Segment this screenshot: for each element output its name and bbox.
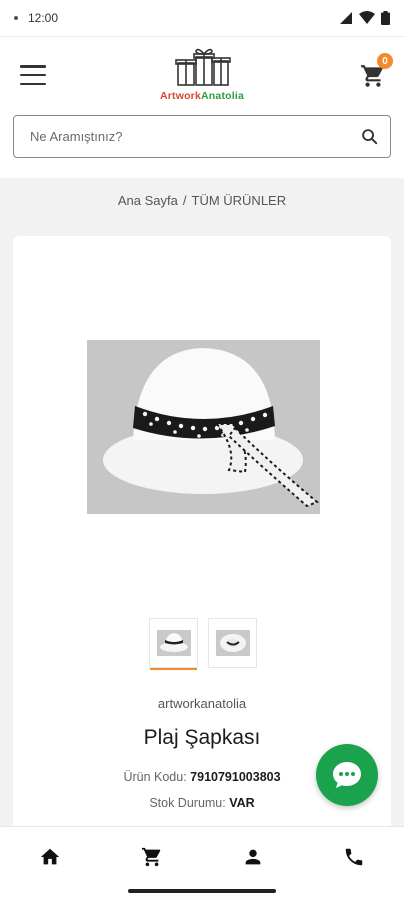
status-bar: 12:00 <box>0 0 404 36</box>
breadcrumb: Ana Sayfa / TÜM ÜRÜNLER <box>0 193 404 208</box>
notification-dot-icon <box>14 16 18 20</box>
battery-icon <box>381 11 390 25</box>
stock-status-label: Stok Durumu: <box>149 796 226 810</box>
home-icon <box>40 848 60 865</box>
chat-button[interactable] <box>316 744 378 806</box>
menu-bar <box>20 82 46 85</box>
status-time: 12:00 <box>28 11 59 25</box>
menu-bar <box>20 65 46 68</box>
cart-count-badge: 0 <box>377 53 393 69</box>
app-header: ArtworkAnatolia 0 <box>0 36 404 178</box>
thumbnail-strip <box>149 618 257 670</box>
logo-wordmark-part1: Artwork <box>159 90 202 102</box>
product-code-value: 7910791003803 <box>190 770 281 784</box>
nav-account[interactable] <box>239 843 267 871</box>
signal-icon <box>340 12 352 24</box>
status-icons <box>339 11 390 25</box>
gesture-home-indicator <box>128 889 276 893</box>
search-bar <box>13 115 391 158</box>
search-input[interactable] <box>14 116 348 157</box>
search-button[interactable] <box>348 116 390 157</box>
product-thumbnail[interactable] <box>208 618 257 668</box>
product-brand[interactable]: artworkanatolia <box>13 696 391 711</box>
logo-wordmark: ArtworkAnatolia <box>150 90 254 102</box>
nav-call[interactable] <box>340 843 368 871</box>
nav-cart[interactable] <box>138 843 166 871</box>
menu-button[interactable] <box>20 65 46 85</box>
product-thumbnail[interactable] <box>149 618 198 670</box>
breadcrumb-home-link[interactable]: Ana Sayfa <box>118 193 178 208</box>
nav-home[interactable] <box>36 843 64 871</box>
hat-thumbnail-1 <box>156 630 191 656</box>
breadcrumb-current: TÜM ÜRÜNLER <box>191 193 287 208</box>
cart-icon <box>141 847 161 867</box>
menu-bar <box>20 73 46 77</box>
logo-wordmark-part2: Anatolia <box>201 90 245 102</box>
stock-status-value: VAR <box>229 796 255 810</box>
breadcrumb-separator: / <box>182 193 187 208</box>
hat-thumbnail-2 <box>215 630 250 656</box>
artworkanatolia-logo[interactable]: ArtworkAnatolia <box>150 47 254 103</box>
bottom-navigation <box>0 826 404 900</box>
product-code-label: Ürün Kodu: <box>123 770 187 784</box>
wifi-icon <box>359 11 375 24</box>
beach-hat-image <box>87 340 320 514</box>
product-main-image[interactable] <box>87 340 320 514</box>
user-icon <box>245 849 261 865</box>
gift-boxes-icon <box>175 48 231 86</box>
chat-bubble-icon <box>333 762 361 788</box>
phone-icon <box>345 848 363 866</box>
search-icon <box>361 129 377 145</box>
